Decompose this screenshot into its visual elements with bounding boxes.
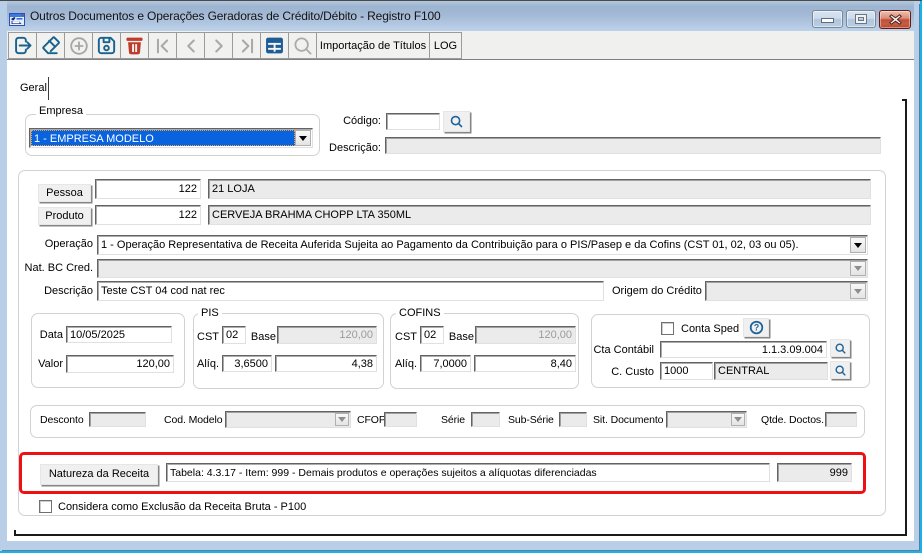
svg-text:?: ? xyxy=(753,323,758,333)
